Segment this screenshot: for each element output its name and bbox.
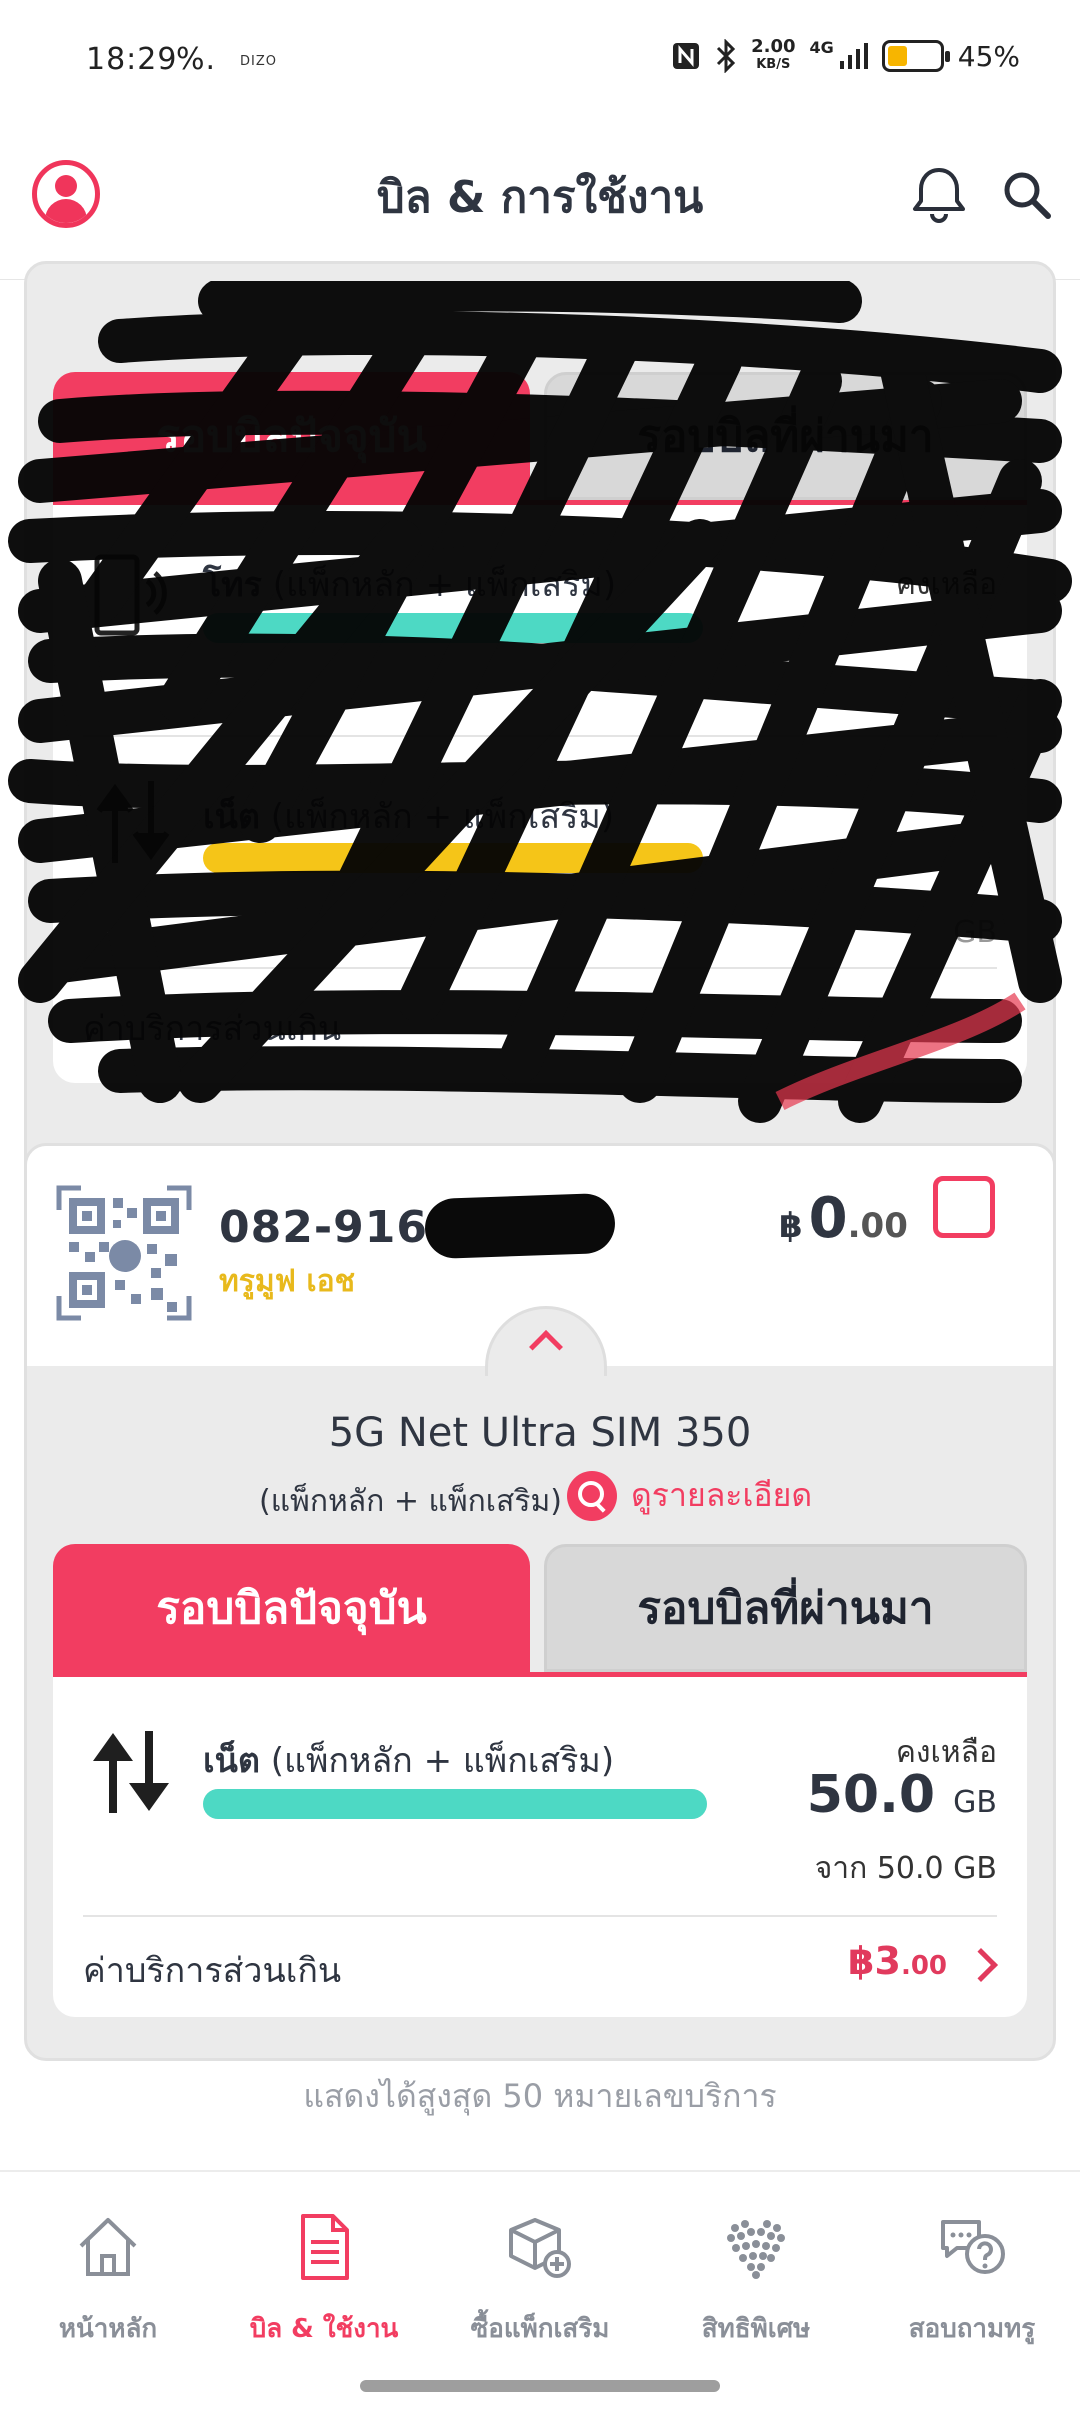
bluetooth-icon — [717, 39, 736, 73]
network-type: 4G — [809, 38, 834, 57]
nav-privileges-label: สิทธิพิเศษ — [701, 2314, 811, 2344]
network-speed: 2.00 KB/S — [751, 36, 796, 73]
overage-label-1: ค่าบริการส่วนเกิน — [83, 1009, 342, 1049]
net-title: เน็ต (แพ็กหลัก + แพ็กเสริม) — [203, 1741, 615, 1781]
content-scroll[interactable]: รอบบิลปัจจุบัน รอบบิลที่ผ่านมา โทร (แพ็ก… — [0, 261, 1080, 2171]
select-checkbox[interactable] — [933, 1176, 995, 1238]
chevron-up-icon — [529, 1330, 563, 1364]
nav-buy-addon[interactable]: ซื้อแพ็กเสริม — [432, 2212, 648, 2349]
nav-privileges[interactable]: สิทธิพิเศษ — [648, 2212, 864, 2349]
bill-cycle-tabs-1: รอบบิลปัจจุบัน รอบบิลที่ผ่านมา — [53, 372, 1027, 522]
nfc-icon — [673, 43, 700, 69]
chat-help-icon — [941, 2220, 1005, 2274]
chevron-right-icon[interactable] — [964, 1948, 998, 1982]
bill-cycle-tabs-2: รอบบิลปัจจุบัน รอบบิลที่ผ่านมา — [53, 1544, 1027, 1694]
tab-past-cycle[interactable]: รอบบิลที่ผ่านมา — [544, 1544, 1027, 1672]
divider-1b — [83, 967, 997, 969]
box-add-icon — [509, 2218, 571, 2278]
usage-panel-1: โทร (แพ็กหลัก + แพ็กเสริม) คงเหลือ เน็ต … — [53, 505, 1027, 1083]
bill-amount: ฿ 0.00 — [779, 1186, 908, 1251]
bottom-navigation: หน้าหลัก บิล & ใช้งาน ซื้อแพ็กเสริม สิทธ… — [0, 2170, 1080, 2412]
divider-1a — [83, 735, 997, 737]
nav-bill-usage-label: บิล & ใช้งาน — [249, 2314, 399, 2344]
usage-panel-2: เน็ต (แพ็กหลัก + แพ็กเสริม) คงเหลือ 50.0… — [53, 1677, 1027, 2017]
app-header: บิล & การใช้งาน — [0, 120, 1080, 280]
net-unit-1: GB — [953, 915, 997, 950]
remaining-from: จาก 50.0 GB — [814, 1851, 997, 1886]
nav-home[interactable]: หน้าหลัก — [0, 2212, 216, 2349]
voice-title-1: โทร (แพ็กหลัก + แพ็กเสริม) — [203, 565, 617, 605]
signal-icon — [839, 43, 868, 69]
status-bar: 18:29 %. DIZO 2.00 KB/S 4G 45% — [0, 0, 1080, 120]
net-usage-track — [203, 1789, 707, 1819]
battery-icon — [881, 40, 950, 72]
voice-remaining-label-1: คงเหลือ — [895, 567, 997, 602]
tab-current-cycle-1[interactable]: รอบบิลปัจจุบัน — [53, 372, 530, 522]
home-icon — [79, 2218, 137, 2276]
status-carrier-label: DIZO — [240, 54, 277, 69]
remaining-value: 50.0 GB — [806, 1765, 997, 1825]
service-card-2: 082-916- ทรูมูฟ เอช ฿ 0.00 5G Net Ultra S… — [24, 1143, 1056, 2061]
overage-label: ค่าบริการส่วนเกิน — [83, 1951, 342, 1991]
net-usage-bar — [203, 1789, 707, 1819]
magnifier-icon — [567, 1470, 617, 1521]
nav-home-label: หน้าหลัก — [58, 2314, 158, 2344]
status-icons: 2.00 KB/S 4G 45% — [671, 38, 1020, 74]
tab-past-cycle-1[interactable]: รอบบิลที่ผ่านมา — [544, 372, 1027, 500]
voice-usage-bar-1 — [203, 613, 703, 643]
gesture-home-bar[interactable] — [360, 2380, 720, 2392]
search-icon[interactable] — [996, 164, 1058, 226]
view-details-label: ดูรายละเอียด — [631, 1476, 813, 1514]
view-details-link[interactable]: ดูรายละเอียด — [567, 1470, 812, 1521]
bell-icon[interactable] — [908, 164, 970, 226]
package-subtitle: (แพ็กหลัก + แพ็กเสริม) — [259, 1484, 562, 1519]
bill-icon — [301, 2214, 349, 2280]
qr-code-icon[interactable] — [55, 1184, 193, 1322]
heart-dots-icon — [727, 2220, 785, 2279]
network-plan-label: ทรูมูฟ เอช — [219, 1264, 355, 1299]
phone-number-redaction — [424, 1192, 616, 1260]
battery-percent: 45% — [957, 39, 1020, 73]
overage-amount[interactable]: ฿3.00 — [848, 1939, 947, 1983]
tab-current-cycle[interactable]: รอบบิลปัจจุบัน — [53, 1544, 530, 1694]
phone-call-icon — [94, 554, 167, 636]
net-title-1: เน็ต (แพ็กหลัก + แพ็กเสริม) — [203, 797, 615, 837]
data-transfer-icon-1 — [96, 781, 170, 863]
nav-buy-addon-label: ซื้อแพ็กเสริม — [470, 2314, 610, 2344]
status-percent-glyph: %. — [176, 42, 217, 77]
divider-2 — [83, 1915, 997, 1917]
data-transfer-icon — [93, 1731, 169, 1813]
phone-number: 082-916- — [219, 1202, 448, 1253]
nav-ask-true-label: สอบถามทรู — [908, 2314, 1036, 2344]
nav-ask-true[interactable]: สอบถามทรู — [864, 2212, 1080, 2349]
nav-bill-usage[interactable]: บิล & ใช้งาน — [216, 2212, 432, 2349]
max-services-note: แสดงได้สูงสุด 50 หมายเลขบริการ — [303, 2077, 777, 2115]
status-time: 18:29 — [86, 42, 178, 77]
net-usage-bar-1 — [203, 843, 703, 873]
package-title: 5G Net Ultra SIM 350 — [328, 1410, 752, 1456]
